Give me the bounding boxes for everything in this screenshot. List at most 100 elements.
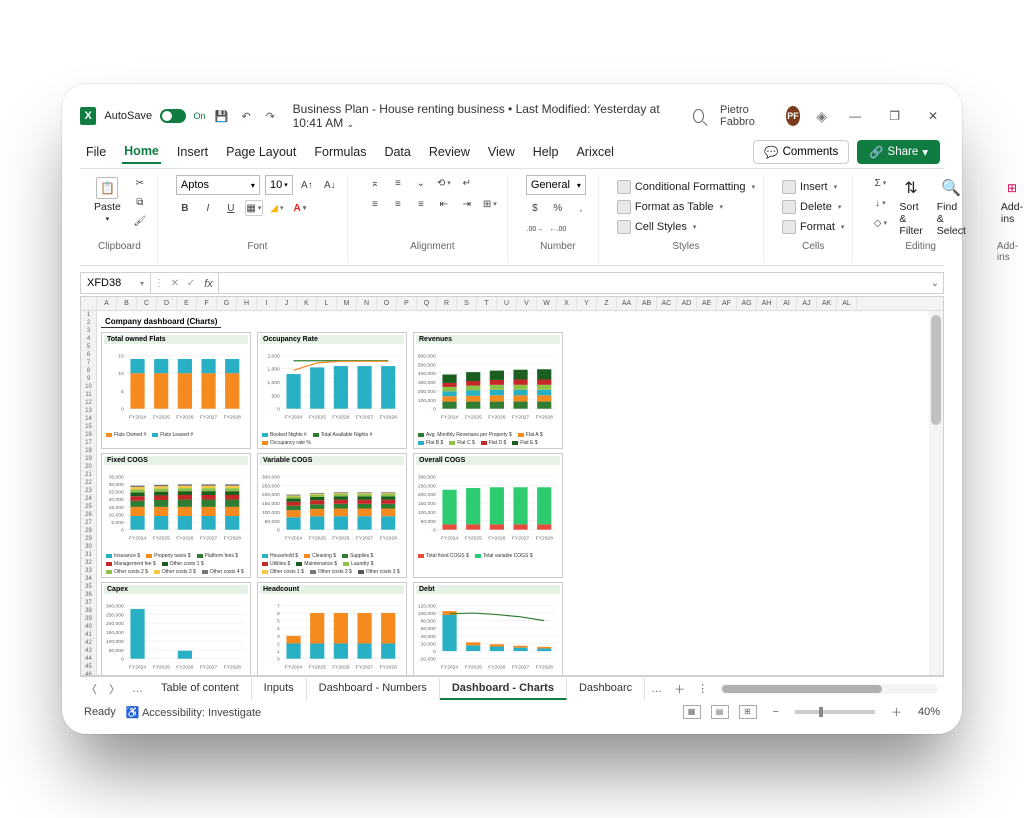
font-size-select[interactable]: 10▾	[265, 175, 293, 195]
formula-input[interactable]	[219, 273, 927, 293]
percent-format-icon[interactable]: %	[549, 200, 567, 216]
fill-icon[interactable]: ↓	[871, 195, 889, 211]
autosum-icon[interactable]: Σ	[871, 175, 889, 191]
row-header[interactable]: 15	[81, 423, 96, 431]
row-header[interactable]: 46	[81, 671, 96, 676]
chart-card[interactable]: Variable COGS050,000100,000150,000200,00…	[257, 453, 407, 578]
col-header[interactable]: X	[557, 297, 577, 310]
row-header[interactable]: 14	[81, 415, 96, 423]
chart-card[interactable]: Occupancy Rate05001,0001,5002,000FY2024F…	[257, 332, 407, 449]
sheet-nav-prev[interactable]: 〈	[80, 681, 103, 697]
user-name[interactable]: Pietro Fabbro	[720, 104, 770, 128]
premium-icon[interactable]: ◈	[816, 108, 827, 125]
chart-card[interactable]: Headcount01234567FY2024FY2025FY2026FY202…	[257, 582, 407, 675]
col-header[interactable]: AF	[717, 297, 737, 310]
autosave-toggle[interactable]	[160, 109, 185, 123]
col-header[interactable]: AH	[757, 297, 777, 310]
chart-card[interactable]: Debt-20,000020,00040,00060,00080,000100,…	[413, 582, 563, 675]
increase-font-icon[interactable]: A↑	[298, 177, 316, 193]
col-header[interactable]: P	[397, 297, 417, 310]
insert-function-button[interactable]: fx	[199, 273, 219, 293]
sheet-tab[interactable]: Dashboarc	[567, 678, 645, 700]
sheet-nav-more[interactable]: …	[126, 683, 149, 695]
col-header[interactable]: S	[457, 297, 477, 310]
horizontal-scrollbar[interactable]	[720, 684, 938, 694]
row-header[interactable]: 32	[81, 559, 96, 567]
font-name-select[interactable]: Aptos▾	[176, 175, 260, 195]
sheet-tab[interactable]: Table of content	[149, 678, 252, 700]
worksheet-grid[interactable]: ABCDEFGHIJKLMNOPQRSTUVWXYZAAABACADAEAFAG…	[80, 296, 944, 676]
col-header[interactable]: O	[377, 297, 397, 310]
minimize-button[interactable]: —	[843, 107, 867, 125]
row-header[interactable]: 29	[81, 535, 96, 543]
comma-format-icon[interactable]: ,	[572, 200, 590, 216]
bold-button[interactable]: B	[176, 200, 194, 216]
row-header[interactable]: 28	[81, 527, 96, 535]
sheet-menu-icon[interactable]: ⋮	[691, 682, 714, 695]
row-header[interactable]: 10	[81, 383, 96, 391]
row-header[interactable]: 27	[81, 519, 96, 527]
row-header[interactable]: 24	[81, 495, 96, 503]
col-header[interactable]: T	[477, 297, 497, 310]
col-header[interactable]: C	[137, 297, 157, 310]
menu-tab-help[interactable]: Help	[531, 141, 561, 163]
col-header[interactable]: AJ	[797, 297, 817, 310]
col-header[interactable]: AB	[637, 297, 657, 310]
align-bottom-icon[interactable]: ⌄	[412, 175, 430, 191]
row-header[interactable]: 34	[81, 575, 96, 583]
col-header[interactable]: F	[197, 297, 217, 310]
align-middle-icon[interactable]: ≡	[389, 175, 407, 191]
wrap-text-icon[interactable]: ↵	[458, 175, 476, 191]
format-cells-button[interactable]: Format	[782, 220, 844, 234]
redo-icon[interactable]: ↷	[262, 107, 278, 125]
col-header[interactable]: AG	[737, 297, 757, 310]
menu-tab-arixcel[interactable]: Arixcel	[574, 141, 616, 163]
number-format-select[interactable]: General▾	[526, 175, 586, 195]
copy-icon[interactable]: ⧉	[131, 194, 149, 210]
row-header[interactable]: 6	[81, 351, 96, 359]
menu-tab-data[interactable]: Data	[382, 141, 412, 163]
col-header[interactable]: W	[537, 297, 557, 310]
row-header[interactable]: 26	[81, 511, 96, 519]
cut-icon[interactable]: ✂	[131, 175, 149, 191]
col-header[interactable]: M	[337, 297, 357, 310]
search-icon[interactable]	[693, 109, 704, 123]
font-color-button[interactable]: A	[291, 200, 309, 216]
align-top-icon[interactable]: ⌅	[366, 175, 384, 191]
row-headers[interactable]: 1234567891011121314151617181920212223242…	[81, 311, 97, 676]
cancel-formula-icon[interactable]: ✕	[167, 273, 183, 293]
page-break-view-icon[interactable]: ⊞	[739, 705, 757, 719]
row-header[interactable]: 39	[81, 615, 96, 623]
col-header[interactable]: G	[217, 297, 237, 310]
italic-button[interactable]: I	[199, 200, 217, 216]
col-header[interactable]: AC	[657, 297, 677, 310]
comments-button[interactable]: 💬 Comments	[753, 140, 849, 164]
col-header[interactable]: I	[257, 297, 277, 310]
share-button[interactable]: 🔗 Share ▾	[857, 140, 940, 164]
row-header[interactable]: 37	[81, 599, 96, 607]
row-header[interactable]: 3	[81, 327, 96, 335]
merge-center-icon[interactable]: ⊞	[481, 196, 499, 212]
accessibility-status[interactable]: ♿ Accessibility: Investigate	[126, 706, 261, 719]
col-header[interactable]: Y	[577, 297, 597, 310]
row-header[interactable]: 30	[81, 543, 96, 551]
row-header[interactable]: 40	[81, 623, 96, 631]
underline-button[interactable]: U	[222, 200, 240, 216]
fill-color-button[interactable]: ◢	[268, 200, 286, 216]
row-header[interactable]: 44	[81, 655, 96, 663]
restore-button[interactable]: ❐	[883, 107, 906, 125]
format-as-table-button[interactable]: Format as Table	[617, 200, 723, 214]
col-header[interactable]: AI	[777, 297, 797, 310]
col-header[interactable]: K	[297, 297, 317, 310]
col-header[interactable]: J	[277, 297, 297, 310]
chart-card[interactable]: Fixed COGS05,00010,00015,00020,00025,000…	[101, 453, 251, 578]
conditional-formatting-button[interactable]: Conditional Formatting	[617, 180, 755, 194]
col-header[interactable]: N	[357, 297, 377, 310]
row-header[interactable]: 43	[81, 647, 96, 655]
column-headers[interactable]: ABCDEFGHIJKLMNOPQRSTUVWXYZAAABACADAEAFAG…	[81, 297, 943, 311]
row-header[interactable]: 9	[81, 375, 96, 383]
menu-tab-formulas[interactable]: Formulas	[312, 141, 368, 163]
col-header[interactable]: AL	[837, 297, 857, 310]
name-box[interactable]: XFD38▾	[81, 273, 151, 293]
col-header[interactable]: AE	[697, 297, 717, 310]
